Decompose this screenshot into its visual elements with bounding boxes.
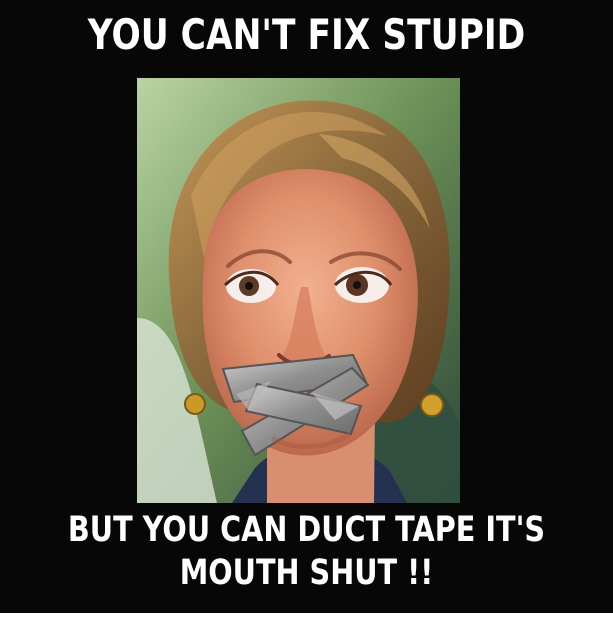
- bottom-caption-line-2: MOUTH SHUT !!: [179, 553, 434, 593]
- top-caption: YOU CAN'T FIX STUPID: [87, 10, 526, 59]
- portrait-illustration: [137, 78, 460, 503]
- left-earring: [184, 393, 206, 415]
- right-earring: [420, 393, 444, 417]
- meme-photo: [137, 78, 460, 503]
- meme-canvas: YOU CAN'T FIX STUPID BUT YOU CAN DUCT TA…: [0, 0, 613, 640]
- bottom-caption-line-1: BUT YOU CAN DUCT TAPE IT'S: [67, 510, 546, 550]
